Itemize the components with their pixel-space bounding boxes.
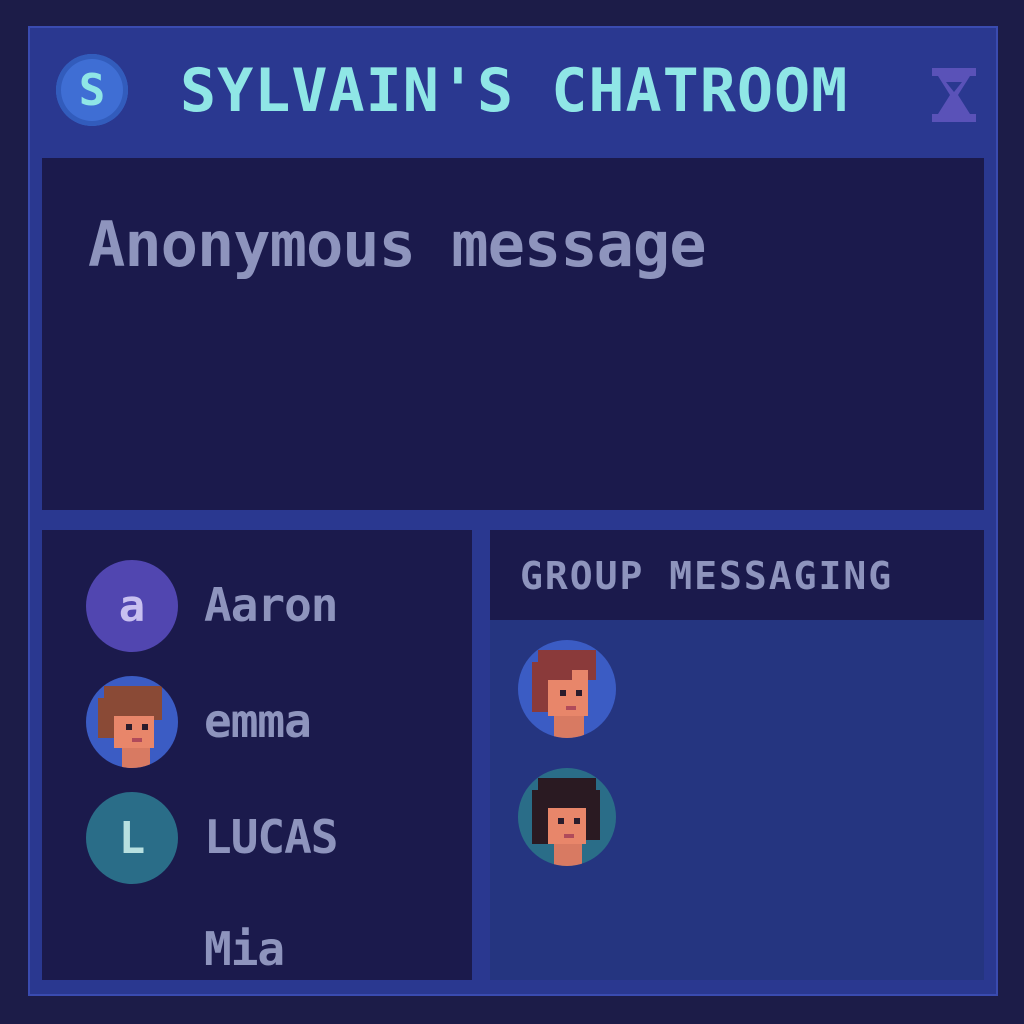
message-panel[interactable]: Anonymous message: [42, 158, 984, 510]
user-row-aaron[interactable]: a Aaron: [86, 560, 466, 656]
group-messaging-panel: GROUP MESSAGING: [490, 530, 984, 980]
title-bar: S SYLVAIN'S CHATROOM: [30, 28, 996, 158]
chatroom-title: SYLVAIN'S CHATROOM: [180, 56, 849, 126]
user-row-mia[interactable]: Mia: [86, 904, 466, 1000]
portrait-icon: [532, 650, 596, 738]
chatroom-badge: S: [56, 54, 128, 126]
group-header: GROUP MESSAGING: [490, 530, 984, 620]
group-title: GROUP MESSAGING: [520, 554, 894, 598]
hourglass-icon[interactable]: [932, 68, 976, 122]
group-member-avatar[interactable]: [518, 768, 616, 866]
avatar: a: [86, 560, 178, 652]
user-row-lucas[interactable]: L LUCAS: [86, 792, 466, 888]
user-row-emma[interactable]: emma: [86, 676, 466, 772]
user-list: a Aaron emma L LUCAS Mia: [42, 530, 472, 980]
portrait-icon: [86, 676, 178, 768]
portrait-icon: [532, 778, 600, 866]
user-name: emma: [204, 694, 312, 748]
anonymous-message: Anonymous message: [88, 208, 707, 281]
user-name: LUCAS: [204, 810, 338, 864]
group-member-avatar[interactable]: [518, 640, 616, 738]
avatar: L: [86, 792, 178, 884]
chatroom-window: S SYLVAIN'S CHATROOM Anonymous message a…: [28, 26, 998, 996]
user-name: Mia: [204, 922, 285, 976]
user-name: Aaron: [204, 578, 338, 632]
